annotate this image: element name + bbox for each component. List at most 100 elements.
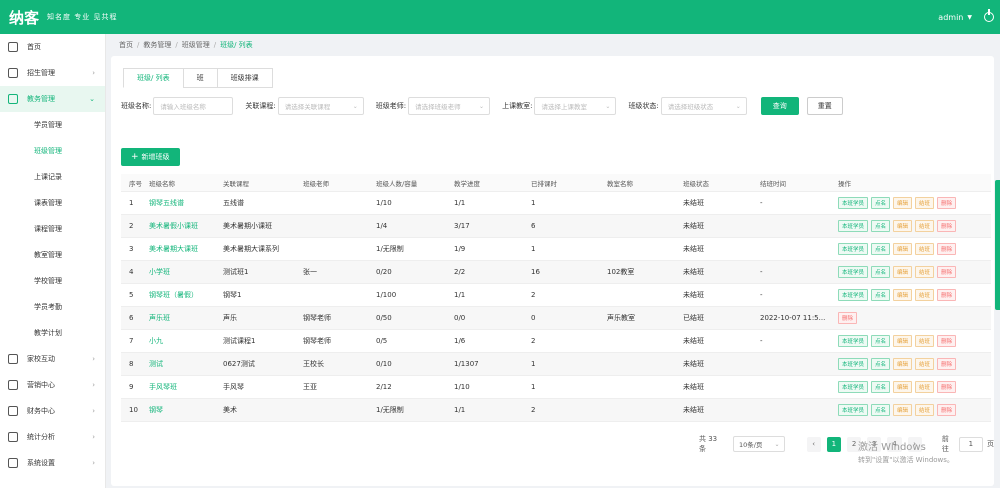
breadcrumb-academic[interactable]: 教务管理 (143, 40, 171, 50)
sidebar-subitem-schools[interactable]: 学校管理 (0, 268, 105, 294)
close-class-button[interactable]: 结班 (915, 358, 935, 370)
sidebar-item-statistics[interactable]: 统计分析 › (0, 424, 105, 450)
power-icon[interactable] (984, 9, 994, 22)
students-button[interactable]: 本班学员 (838, 220, 869, 232)
roll-call-button[interactable]: 点名 (871, 243, 891, 255)
delete-button[interactable]: 删除 (937, 335, 957, 347)
delete-button[interactable]: 删除 (937, 289, 957, 301)
students-button[interactable]: 本班学员 (838, 335, 869, 347)
breadcrumb-home[interactable]: 首页 (119, 40, 133, 50)
class-name-input[interactable]: 请输入班级名称 (153, 97, 234, 115)
sidebar-item-finance[interactable]: 财务中心 › (0, 398, 105, 424)
classroom-select[interactable]: 请选择上课教室 ⌄ (534, 97, 617, 115)
close-class-button[interactable]: 结班 (915, 381, 935, 393)
sidebar-subitem-teaching-plan[interactable]: 教学计划 (0, 320, 105, 346)
edit-button[interactable]: 编辑 (893, 381, 913, 393)
class-name-link[interactable]: 钢琴五线谱 (145, 198, 219, 208)
sidebar-item-settings[interactable]: 系统设置 › (0, 450, 105, 476)
chevron-down-icon[interactable]: ▼ (967, 14, 972, 21)
students-button[interactable]: 本班学员 (838, 243, 869, 255)
sidebar-subitem-timetable[interactable]: 课表管理 (0, 190, 105, 216)
sidebar-subitem-courses[interactable]: 课程管理 (0, 216, 105, 242)
edit-button[interactable]: 编辑 (893, 335, 913, 347)
delete-button[interactable]: 删除 (937, 381, 957, 393)
class-name-link[interactable]: 钢琴班（暑假） (145, 290, 219, 300)
close-class-button[interactable]: 结班 (915, 197, 935, 209)
students-button[interactable]: 本班学员 (838, 381, 869, 393)
close-class-button[interactable]: 结班 (915, 220, 935, 232)
breadcrumb-classes[interactable]: 班级管理 (182, 40, 210, 50)
close-class-button[interactable]: 结班 (915, 335, 935, 347)
close-class-button[interactable]: 结班 (915, 266, 935, 278)
status-select[interactable]: 请选择班级状态 ⌄ (660, 97, 747, 115)
edit-button[interactable]: 编辑 (893, 220, 913, 232)
filter-label: 班级老师: (375, 102, 407, 110)
students-button[interactable]: 本班学员 (838, 358, 869, 370)
delete-button[interactable]: 删除 (937, 197, 957, 209)
close-class-button[interactable]: 结班 (915, 404, 935, 416)
edit-button[interactable]: 编辑 (893, 289, 913, 301)
students-button[interactable]: 本班学员 (838, 404, 869, 416)
roll-call-button[interactable]: 点名 (871, 335, 891, 347)
sidebar-item-home[interactable]: 首页 (0, 34, 105, 60)
class-name-link[interactable]: 小九 (145, 336, 219, 346)
class-name-link[interactable]: 美术暑期大课班 (145, 244, 219, 254)
sidebar-item-marketing[interactable]: 营销中心 › (0, 372, 105, 398)
tab-class-list[interactable]: 班级/ 列表 (123, 68, 184, 88)
sidebar-subitem-attendance[interactable]: 学员考勤 (0, 294, 105, 320)
roll-call-button[interactable]: 点名 (871, 381, 891, 393)
edit-button[interactable]: 编辑 (893, 404, 913, 416)
close-class-button[interactable]: 结班 (915, 243, 935, 255)
page-size-select[interactable]: 10条/页 ⌄ (732, 436, 785, 452)
side-drawer-handle[interactable] (995, 180, 1000, 310)
class-name-link[interactable]: 钢琴 (145, 405, 219, 415)
reset-button[interactable]: 重置 (806, 97, 843, 115)
sidebar-item-enrollment[interactable]: 招生管理 › (0, 60, 105, 86)
sidebar-item-home-school[interactable]: 家校互动 › (0, 346, 105, 372)
delete-button[interactable]: 删除 (937, 404, 957, 416)
sidebar-subitem-classrooms[interactable]: 教室管理 (0, 242, 105, 268)
class-name-link[interactable]: 手风琴班 (145, 382, 219, 392)
class-name-link[interactable]: 声乐班 (145, 313, 219, 323)
table-body: 1 钢琴五线谱 五线谱 1/10 1/1 1 未结班 - 本班学员 点名 编辑 结班 删除 2 美术暑假小课… (121, 192, 991, 422)
delete-button[interactable]: 删除 (937, 266, 957, 278)
teacher-select[interactable]: 请选择班级老师 ⌄ (408, 97, 491, 115)
prev-page-button[interactable]: ‹ (806, 436, 821, 452)
students-button[interactable]: 本班学员 (838, 197, 869, 209)
sidebar-subitem-students[interactable]: 学员管理 (0, 112, 105, 138)
sidebar-item-academic[interactable]: 教务管理 ⌄ (0, 86, 105, 112)
class-name-link[interactable]: 测试 (145, 359, 219, 369)
roll-call-button[interactable]: 点名 (871, 266, 891, 278)
user-menu[interactable]: admin (938, 13, 963, 22)
page-button[interactable]: 1 (826, 436, 841, 452)
class-name-link[interactable]: 小学班 (145, 267, 219, 277)
edit-button[interactable]: 编辑 (893, 266, 913, 278)
roll-call-button[interactable]: 点名 (871, 289, 891, 301)
add-class-button[interactable]: + 新增班级 (121, 148, 180, 166)
logo-slogan: 知名度 专业 见共程 (47, 13, 118, 21)
delete-button[interactable]: 删除 (937, 243, 957, 255)
edit-button[interactable]: 编辑 (893, 358, 913, 370)
close-class-button[interactable]: 结班 (915, 289, 935, 301)
students-button[interactable]: 本班学员 (838, 289, 869, 301)
delete-button[interactable]: 删除 (838, 312, 858, 324)
search-button[interactable]: 查询 (760, 97, 799, 115)
roll-call-button[interactable]: 点名 (871, 358, 891, 370)
roll-call-button[interactable]: 点名 (871, 197, 891, 209)
chevron-down-icon: ⌄ (605, 102, 611, 110)
delete-button[interactable]: 删除 (937, 358, 957, 370)
table-cell: - (760, 199, 763, 207)
edit-button[interactable]: 编辑 (893, 243, 913, 255)
edit-button[interactable]: 编辑 (893, 197, 913, 209)
students-button[interactable]: 本班学员 (838, 266, 869, 278)
sidebar-subitem-classes[interactable]: 班级管理 (0, 138, 105, 164)
tab-class-scheduling[interactable]: 班级排课 (216, 68, 273, 88)
goto-page-input[interactable]: 1 (958, 436, 983, 452)
tab-class[interactable]: 班 (182, 68, 218, 88)
roll-call-button[interactable]: 点名 (871, 220, 891, 232)
sidebar-subitem-lesson-records[interactable]: 上课记录 (0, 164, 105, 190)
delete-button[interactable]: 删除 (937, 220, 957, 232)
course-select[interactable]: 请选择关联课程 ⌄ (277, 97, 364, 115)
roll-call-button[interactable]: 点名 (871, 404, 891, 416)
class-name-link[interactable]: 美术暑假小课班 (145, 221, 219, 231)
